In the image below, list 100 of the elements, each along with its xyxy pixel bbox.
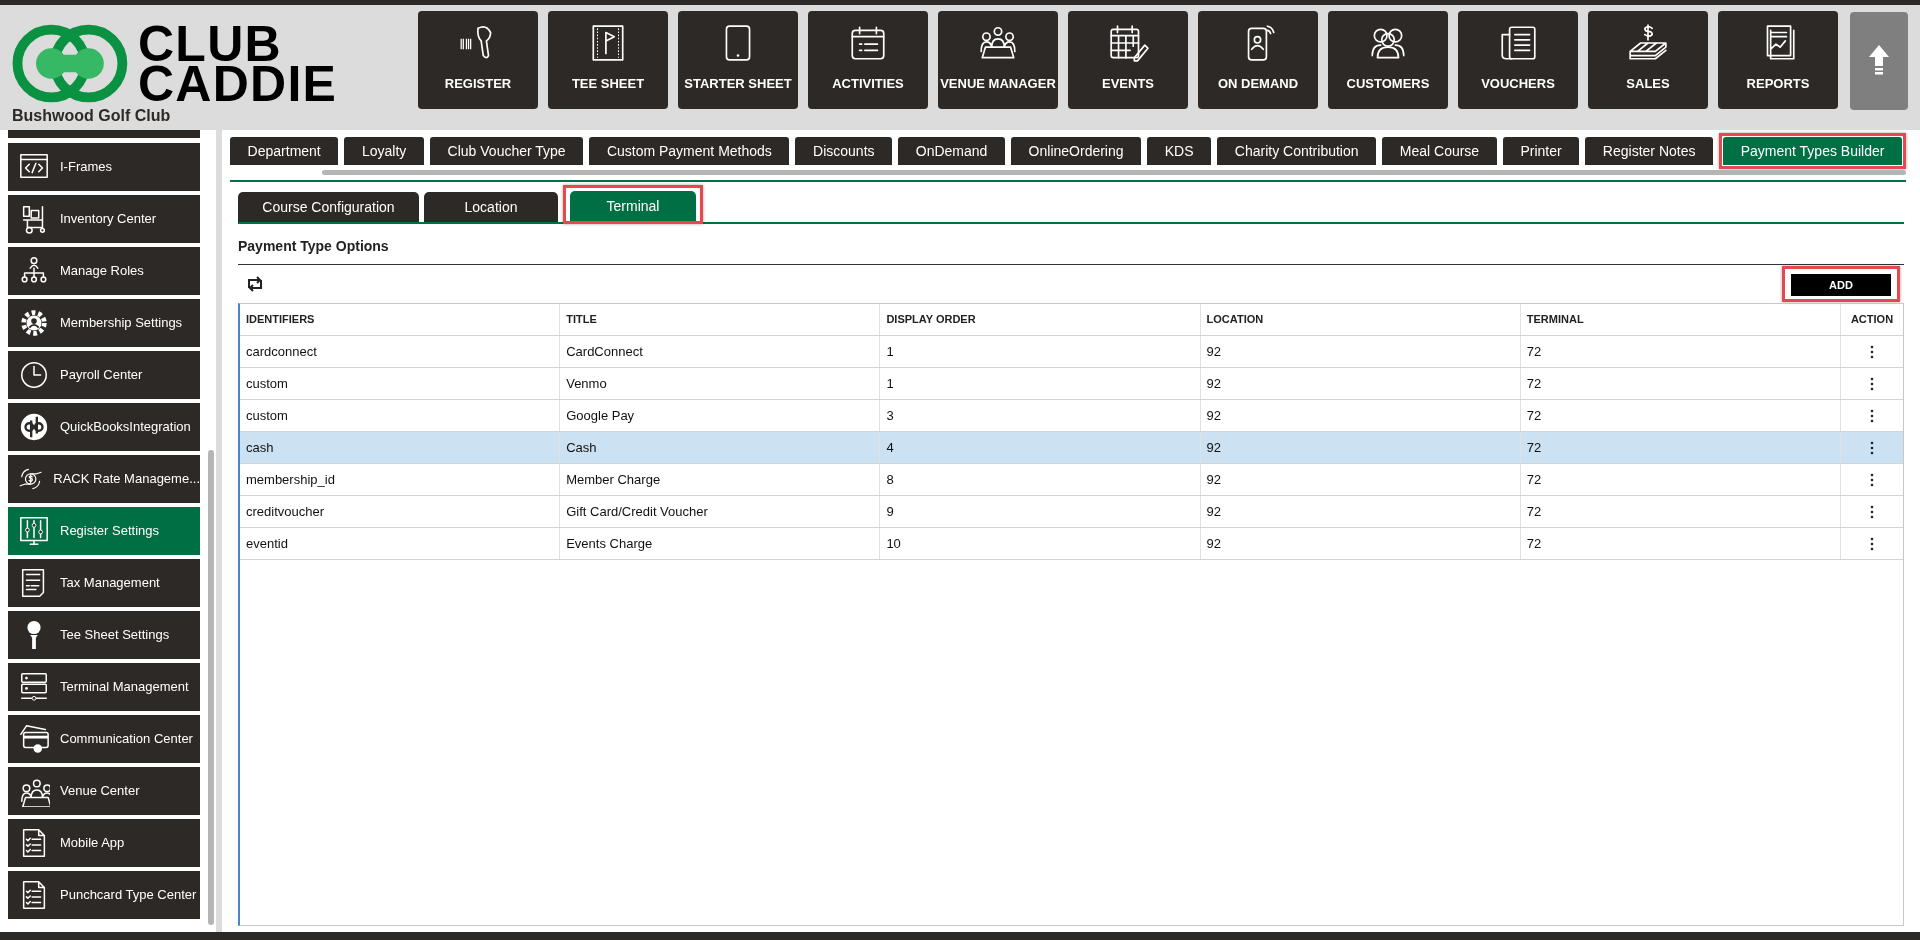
sidebar-item[interactable]: Payroll Center [8,351,200,399]
table-row[interactable]: custom Venmo 1 92 72 [240,368,1903,400]
more-options-icon[interactable] [1870,440,1874,455]
scroll-top-button[interactable] [1850,12,1908,110]
settings-tab[interactable]: KDS [1147,137,1212,165]
club-name: Bushwood Golf Club [12,106,171,126]
nav-button[interactable]: TEE SHEET [548,11,668,109]
settings-tab[interactable]: Department [230,137,339,165]
table-cell: 72 [1520,432,1841,463]
table-cell: 72 [1520,464,1841,495]
table-cell: 72 [1520,400,1841,431]
table-cell: eventid [240,528,561,559]
sub-tab[interactable]: Location [424,192,558,222]
nav-button[interactable]: REPORTS [1718,11,1838,109]
table-cell: 10 [880,528,1201,559]
sidebar-item[interactable]: I-Frames [8,143,200,191]
logo-text: CLUB [138,23,282,64]
settings-tab[interactable]: Register Notes [1585,137,1714,165]
table-cell: 92 [1200,432,1521,463]
table-row[interactable]: cardconnect CardConnect 1 92 72 [240,336,1903,368]
table-cell: 92 [1200,496,1521,527]
more-options-icon[interactable] [1870,376,1874,391]
sidebar-item[interactable]: Membership Settings [8,299,200,347]
sub-tab[interactable]: Course Configuration [238,192,419,222]
more-options-icon[interactable] [1870,504,1874,519]
arrow-up-icon [1868,44,1890,78]
sidebar-item[interactable]: Tax Management [8,559,200,607]
settings-tab[interactable]: Charity Contribution [1217,137,1377,165]
table-cell: 72 [1520,368,1841,399]
table-cell: 92 [1200,464,1521,495]
nav-button[interactable]: EVENTS [1068,11,1188,109]
table-cell: Venmo [560,368,881,399]
credit-card-icon [18,723,50,755]
table-cell: custom [240,400,561,431]
table-cell: 72 [1520,528,1841,559]
sidebar-item[interactable]: Mobile App [8,819,200,867]
table-cell: CardConnect [560,336,881,367]
sidebar-item[interactable]: Register Settings [8,507,200,555]
add-button[interactable]: ADD [1791,274,1891,297]
table-cell: 3 [880,400,1201,431]
logo-icon [12,23,130,104]
table-cell: Google Pay [560,400,881,431]
refresh-icon[interactable] [246,276,264,292]
settings-tab[interactable]: Custom Payment Methods [589,137,790,165]
settings-tab[interactable]: Meal Course [1382,137,1497,165]
nav-button[interactable]: VOUCHERS [1458,11,1578,109]
table-row[interactable]: membership_id Member Charge 8 92 72 [240,464,1903,496]
sub-tab[interactable]: Terminal [570,191,696,221]
table-cell: custom [240,368,561,399]
more-options-icon[interactable] [1870,408,1874,423]
nav-button[interactable]: REGISTER [418,11,538,109]
sidebar-item[interactable]: Manage Roles [8,247,200,295]
settings-tab[interactable]: OnlineOrdering [1011,137,1142,165]
settings-tab[interactable]: Discounts [795,137,893,165]
column-header: TERMINAL [1520,304,1841,335]
scrollbar-thumb[interactable] [208,450,214,925]
table-row[interactable]: cash Cash 4 92 72 [240,432,1903,464]
table-cell: 92 [1200,368,1521,399]
nav-button[interactable]: SALES [1588,11,1708,109]
nav-button[interactable]: STARTER SHEET [678,11,798,109]
table-row[interactable]: creditvoucher Gift Card/Credit Voucher 9 92 72 [240,496,1903,528]
table-cell: 72 [1520,336,1841,367]
nav-button[interactable]: ACTIVITIES [808,11,928,109]
nav-button[interactable]: VENUE MANAGER [938,11,1058,109]
section-title: Payment Type Options [238,237,389,256]
server-icon [18,671,50,703]
table-cell: Cash [560,432,881,463]
scrollbar-thumb[interactable] [322,170,1906,175]
sidebar-item[interactable]: Punchcard Type Center [8,871,200,919]
table-cell: Member Charge [560,464,881,495]
more-options-icon[interactable] [1870,536,1874,551]
table-cell: 92 [1200,336,1521,367]
more-options-icon[interactable] [1870,344,1874,359]
settings-tab[interactable]: Loyalty [344,137,424,165]
table-row[interactable]: custom Google Pay 3 92 72 [240,400,1903,432]
more-options-icon[interactable] [1870,472,1874,487]
sidebar-item[interactable]: Communication Center [8,715,200,763]
settings-tab[interactable]: Printer [1502,137,1580,165]
table-row[interactable]: eventid Events Charge 10 92 72 [240,528,1903,560]
column-header: ACTION [1849,312,1895,328]
settings-tab[interactable]: Payment Types Builder [1723,137,1903,165]
nav-button[interactable]: CUSTOMERS [1328,11,1448,109]
settings-tab[interactable]: OnDemand [898,137,1005,165]
round-logo-icon [18,411,50,443]
sidebar-item[interactable]: Venue Center [8,767,200,815]
sidebar-item[interactable]: Inventory Center [8,195,200,243]
table-cell: creditvoucher [240,496,561,527]
table-cell: cardconnect [240,336,561,367]
table-cell: Gift Card/Credit Voucher [560,496,881,527]
sidebar-item[interactable]: QuickBooksIntegration [8,403,200,451]
table-cell: membership_id [240,464,561,495]
column-header: DISPLAY ORDER [880,304,1201,335]
sidebar-item[interactable]: RACK Rate Manageme... [8,455,200,503]
table-cell: Events Charge [560,528,881,559]
nav-button[interactable]: ON DEMAND [1198,11,1318,109]
sidebar-item[interactable]: Terminal Management [8,663,200,711]
column-header: IDENTIFIERS [240,304,561,335]
column-header: TITLE [560,304,881,335]
settings-tab[interactable]: Club Voucher Type [430,137,584,165]
sidebar-item[interactable]: Tee Sheet Settings [8,611,200,659]
